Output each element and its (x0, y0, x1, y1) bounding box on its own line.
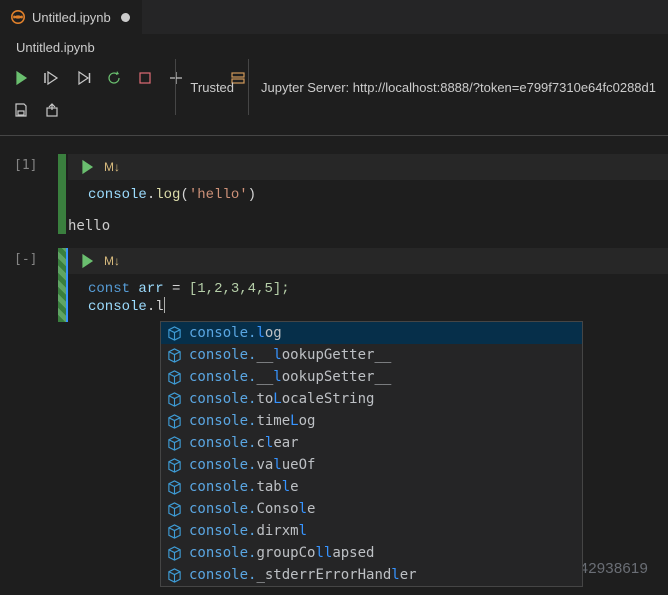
suggest-item[interactable]: console._stderrErrorHandler (161, 564, 582, 586)
suggest-label: console.log (189, 325, 282, 341)
run-cell-button[interactable] (6, 65, 36, 91)
cell-status-stripe (58, 154, 66, 234)
cell-prompt: [-] (14, 248, 58, 322)
suggest-item[interactable]: console.__lookupGetter__ (161, 344, 582, 366)
suggest-label: console.valueOf (189, 457, 315, 473)
code-token: log (155, 187, 180, 203)
cell-status-stripe (58, 248, 66, 322)
suggest-item[interactable]: console.valueOf (161, 454, 582, 476)
symbol-icon (167, 326, 182, 341)
tab-bar: Untitled.ipynb (0, 0, 668, 35)
suggest-item[interactable]: console.Console (161, 498, 582, 520)
run-cell-icon[interactable] (78, 248, 96, 274)
run-by-line-button[interactable] (37, 65, 67, 91)
suggest-label: console.toLocaleString (189, 391, 374, 407)
suggest-item[interactable]: console.dirxml (161, 520, 582, 542)
code-token: [1,2,3,4,5]; (189, 281, 290, 297)
symbol-icon (167, 436, 182, 451)
jupyter-icon (10, 9, 26, 25)
symbol-icon (167, 546, 182, 561)
symbol-icon (167, 414, 182, 429)
symbol-icon (167, 370, 182, 385)
symbol-icon (167, 348, 182, 363)
cell-prompt: [1] (14, 154, 58, 234)
text-cursor (164, 297, 165, 313)
suggest-item[interactable]: console.__lookupSetter__ (161, 366, 582, 388)
symbol-icon (167, 480, 182, 495)
suggest-label: console.clear (189, 435, 299, 451)
step-button[interactable] (68, 65, 98, 91)
cell-output: hello (66, 210, 668, 234)
suggest-label: console.__lookupGetter__ (189, 347, 391, 363)
code-token: const (88, 281, 130, 297)
trusted-indicator[interactable]: Trusted (175, 59, 248, 115)
markdown-toggle[interactable]: M↓ (104, 160, 120, 174)
symbol-icon (167, 392, 182, 407)
symbol-icon (167, 568, 182, 583)
symbol-icon (167, 458, 182, 473)
intellisense-popup[interactable]: console.log console.__lookupGetter__conso… (160, 321, 583, 587)
code-cell[interactable]: [-] M↓ const arr = [1,2,3,4,5]; console.… (14, 248, 668, 322)
suggest-label: console.Console (189, 501, 315, 517)
save-button[interactable] (6, 97, 36, 123)
suggest-label: console.groupCollapsed (189, 545, 374, 561)
suggest-label: console.timeLog (189, 413, 315, 429)
code-token: arr (138, 281, 163, 297)
editor-tab[interactable]: Untitled.ipynb (0, 0, 142, 34)
jupyter-server-indicator[interactable]: Jupyter Server: http://localhost:8888/?t… (248, 59, 668, 115)
symbol-icon (167, 502, 182, 517)
suggest-item[interactable]: console.clear (161, 432, 582, 454)
suggest-label: console.dirxml (189, 523, 307, 539)
cell-editor[interactable]: const arr = [1,2,3,4,5]; console.l (66, 274, 668, 322)
code-cell[interactable]: [1] M↓ console.log('hello') hello (14, 154, 668, 234)
markdown-toggle[interactable]: M↓ (104, 254, 120, 268)
suggest-item[interactable]: console.log (161, 322, 582, 344)
export-button[interactable] (37, 97, 67, 123)
suggest-label: console.table (189, 479, 299, 495)
suggest-item[interactable]: console.table (161, 476, 582, 498)
suggest-item[interactable]: console.toLocaleString (161, 388, 582, 410)
notebook-toolbar: Trusted Jupyter Server: http://localhost… (0, 59, 668, 136)
notebook-body: [1] M↓ console.log('hello') hello [-] (0, 136, 668, 322)
tab-title: Untitled.ipynb (32, 10, 111, 25)
cell-editor[interactable]: console.log('hello') (66, 180, 668, 210)
code-token: console (88, 187, 147, 203)
modified-dot-icon (121, 13, 130, 22)
suggest-label: console.__lookupSetter__ (189, 369, 391, 385)
notebook-status-bar: Trusted Jupyter Server: http://localhost… (175, 59, 668, 115)
run-cell-icon[interactable] (78, 154, 96, 180)
code-token: l (155, 299, 163, 315)
suggest-label: console._stderrErrorHandler (189, 567, 417, 583)
interrupt-button[interactable] (130, 65, 160, 91)
symbol-icon (167, 524, 182, 539)
restart-kernel-button[interactable] (99, 65, 129, 91)
breadcrumb-title[interactable]: Untitled.ipynb (16, 40, 95, 55)
code-token: 'hello' (189, 187, 248, 203)
code-token: console (88, 299, 147, 315)
suggest-item[interactable]: console.timeLog (161, 410, 582, 432)
breadcrumb: Untitled.ipynb (0, 35, 668, 59)
suggest-item[interactable]: console.groupCollapsed (161, 542, 582, 564)
